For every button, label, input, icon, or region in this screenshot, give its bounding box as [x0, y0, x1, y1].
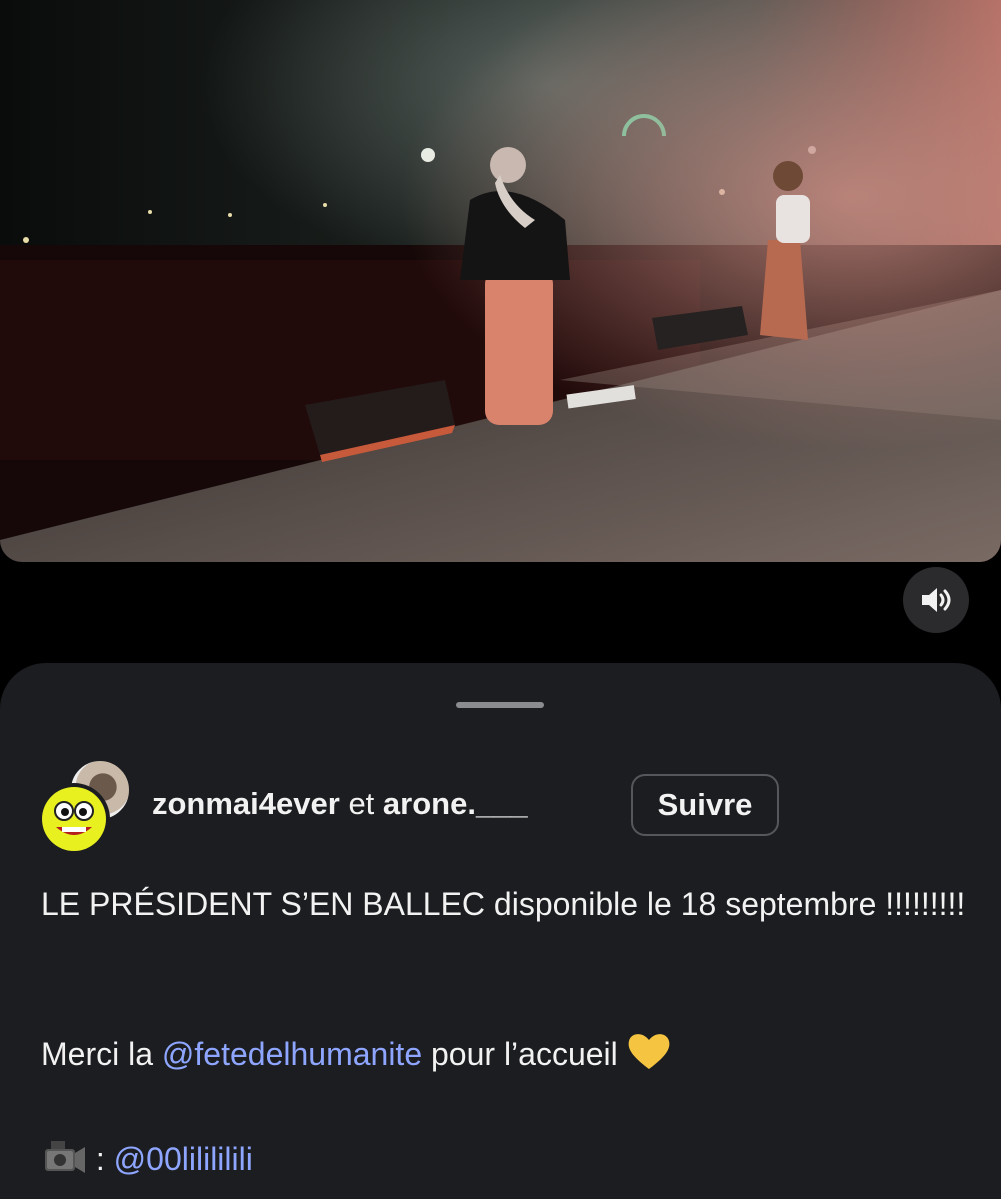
- yellow-heart-icon: [627, 1031, 671, 1082]
- post-authors: zonmai4ever et arone.___: [152, 786, 528, 822]
- speaker-icon: [922, 588, 951, 612]
- caption-thanks-suffix: pour l’accueil: [422, 1035, 627, 1072]
- author-avatars[interactable]: [38, 758, 138, 855]
- author-joiner: et: [339, 786, 383, 821]
- video-camera-icon: [41, 1137, 87, 1186]
- mention-fetedelhumanite[interactable]: @fetedelhumanite: [162, 1036, 422, 1072]
- author-name-zonmai4ever[interactable]: zonmai4ever: [152, 786, 340, 821]
- credit-separator: :: [87, 1141, 114, 1177]
- smiley-avatar-icon: [42, 787, 106, 851]
- caption-thanks-prefix: Merci la: [41, 1035, 162, 1072]
- video-player[interactable]: [0, 0, 1001, 562]
- reel-screen: zonmai4ever et arone.___ Suivre LE PRÉSI…: [0, 0, 1001, 1199]
- caption-credit: : @00lilililili: [41, 1137, 981, 1186]
- concert-video-frame: [0, 0, 1001, 562]
- follow-button[interactable]: Suivre: [631, 774, 779, 836]
- mention-00lilililili[interactable]: @00lilililili: [114, 1141, 253, 1177]
- caption-thanks: Merci la @fetedelhumanite pour l’accueil: [41, 1031, 981, 1082]
- comments-sheet: zonmai4ever et arone.___ Suivre LE PRÉSI…: [0, 663, 1001, 1199]
- caption-announcement: LE PRÉSIDENT S’EN BALLEC disponible le 1…: [41, 886, 966, 922]
- author-name-arone[interactable]: arone.___: [383, 786, 528, 821]
- sheet-grabber[interactable]: [456, 702, 544, 708]
- avatar-zonmai4ever[interactable]: [38, 783, 110, 855]
- mute-toggle-button[interactable]: [903, 567, 969, 633]
